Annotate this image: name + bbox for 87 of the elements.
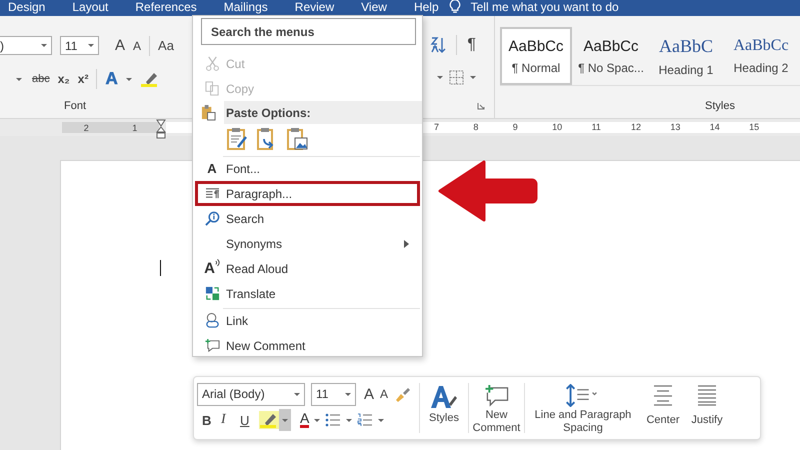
subscript-button[interactable]: x₂: [58, 72, 70, 86]
highlighter-icon[interactable]: [140, 70, 160, 88]
ruler-number: 2: [84, 122, 89, 132]
search-field[interactable]: Search the menus: [201, 18, 416, 45]
font-size-field[interactable]: 11: [60, 36, 99, 55]
translate-icon: [204, 286, 220, 301]
indent-marker-icon[interactable]: [156, 119, 166, 139]
style-item[interactable]: AaBbCc ¶ Normal: [500, 27, 572, 85]
grow-font-button[interactable]: A: [364, 386, 374, 402]
menu-item[interactable]: Paragraph...: [195, 181, 420, 206]
sort-icon[interactable]: [430, 36, 446, 54]
dialog-launcher-icon[interactable]: [477, 102, 485, 110]
ruler-number: 7: [434, 122, 440, 133]
ruler-number: 9: [512, 122, 519, 133]
font-size-field[interactable]: 11: [311, 382, 356, 406]
center-align-icon: [653, 384, 673, 406]
toolbar-button[interactable]: New Comment: [469, 381, 524, 435]
ribbon-tab[interactable]: View: [361, 0, 387, 14]
style-item[interactable]: AaBbCc Heading 2: [725, 27, 797, 85]
ruler-number: 11: [592, 122, 602, 133]
shrink-font-button[interactable]: A: [133, 38, 142, 52]
group-label: Styles: [705, 100, 735, 112]
toolbar-button[interactable]: Center: [641, 381, 685, 435]
ribbon-tab[interactable]: References: [135, 0, 197, 14]
bold-button[interactable]: B: [202, 412, 216, 428]
ruler-number: 15: [749, 122, 760, 133]
grow-font-button[interactable]: A: [115, 37, 126, 54]
menu-item[interactable]: Translate: [195, 281, 420, 306]
ribbon-tab[interactable]: Mailings: [224, 0, 268, 14]
underline-button[interactable]: U: [240, 412, 254, 428]
font-name-field[interactable]: Arial (Body): [197, 382, 305, 406]
menu-item[interactable]: Synonyms: [195, 231, 420, 256]
menu-item[interactable]: Link: [195, 308, 420, 333]
ruler-number: 10: [552, 122, 564, 133]
toolbar-button[interactable]: Styles: [420, 381, 468, 435]
superscript-button[interactable]: x²: [78, 72, 88, 86]
font-icon: A: [207, 161, 217, 176]
borders-icon[interactable]: [449, 70, 464, 84]
paste-keep-formatting-icon[interactable]: [226, 127, 248, 151]
show-marks-button[interactable]: ¶: [467, 36, 476, 54]
strikethrough-button[interactable]: abc: [32, 73, 50, 85]
ruler-number: 8: [473, 122, 480, 133]
paste-picture-icon[interactable]: [286, 127, 308, 151]
highlighter-icon[interactable]: [259, 411, 279, 429]
clipboard-icon: [201, 104, 216, 121]
search-icon: [204, 211, 220, 226]
scissors-icon: [204, 56, 220, 71]
toolbar-button[interactable]: Justify: [685, 381, 729, 435]
ruler-number: 1: [132, 122, 138, 132]
lightbulb-icon: [448, 0, 461, 14]
menu-item[interactable]: New Comment: [195, 333, 420, 358]
numbering-icon[interactable]: [357, 413, 374, 427]
ruler-number: 13: [670, 122, 682, 133]
dropdown-button[interactable]: [279, 409, 291, 431]
change-case-button[interactable]: Aa: [158, 38, 174, 53]
toolbar-button[interactable]: Line and Paragraph Spacing: [525, 381, 641, 435]
new-comment-icon: [484, 384, 510, 407]
justify-icon: [697, 384, 717, 406]
comment-icon: [204, 338, 220, 353]
menu-item[interactable]: A Read Aloud: [195, 256, 420, 281]
ribbon-tab[interactable]: Layout: [72, 0, 108, 14]
font-color-button[interactable]: A: [300, 412, 310, 428]
menu-section-header: Paste Options:: [224, 101, 422, 124]
style-item[interactable]: AaBbC Heading 1: [650, 27, 722, 85]
copy-icon: [204, 81, 220, 96]
paragraph-icon: [204, 187, 220, 200]
read-aloud-icon: A: [204, 260, 215, 277]
menu-item[interactable]: A Font...: [195, 156, 420, 181]
bullets-icon[interactable]: [325, 413, 342, 427]
ribbon-tab[interactable]: Design: [8, 0, 46, 14]
tell-me-search[interactable]: Tell me what you want to do: [470, 0, 619, 14]
format-painter-icon[interactable]: [394, 386, 410, 402]
text-effects-button[interactable]: A: [105, 69, 118, 89]
styles-icon: [429, 384, 459, 410]
ruler-number: 12: [630, 122, 642, 133]
group-label: Font: [64, 100, 86, 112]
ribbon-tab[interactable]: Review: [294, 0, 334, 14]
shrink-font-button[interactable]: A: [380, 387, 388, 401]
menu-item[interactable]: Search: [195, 206, 420, 231]
sound-waves-icon: [214, 259, 220, 268]
submenu-arrow-icon: [404, 240, 409, 248]
text-cursor: [160, 260, 161, 276]
ruler-number: 14: [710, 122, 721, 133]
style-item[interactable]: AaBbCc ¶ No Spac...: [575, 27, 647, 85]
ribbon-tab[interactable]: Help: [414, 0, 439, 14]
font-name-field[interactable]: ): [0, 36, 52, 55]
italic-button[interactable]: I: [221, 412, 235, 428]
